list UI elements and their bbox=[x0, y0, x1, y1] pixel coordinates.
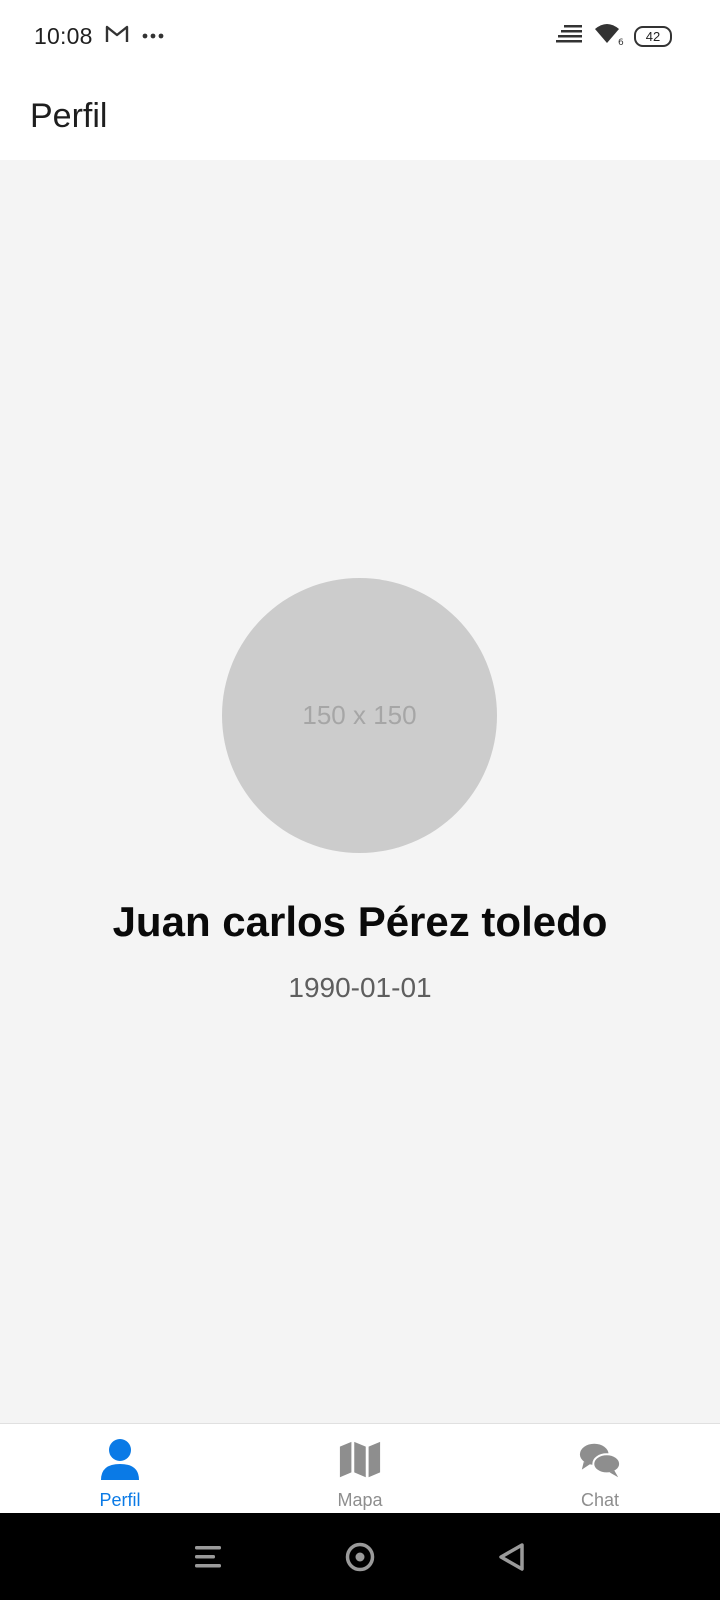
tab-mapa-label: Mapa bbox=[337, 1490, 383, 1510]
person-icon bbox=[98, 1438, 142, 1482]
tab-perfil-label: Perfil bbox=[99, 1490, 141, 1510]
screen: 10:08 6 42 Perfil 150 x 150 Juan carlos … bbox=[0, 0, 720, 1600]
map-icon bbox=[338, 1438, 382, 1482]
gmail-icon bbox=[105, 24, 129, 49]
avatar: 150 x 150 bbox=[222, 578, 497, 853]
menu-icon[interactable] bbox=[186, 1535, 230, 1579]
avatar-placeholder-text: 150 x 150 bbox=[302, 700, 417, 730]
status-left: 10:08 bbox=[34, 23, 165, 50]
wifi-icon: 6 bbox=[594, 22, 624, 51]
system-nav-bar bbox=[0, 1513, 720, 1600]
status-right: 6 42 bbox=[556, 22, 672, 51]
more-dots-icon bbox=[141, 27, 165, 45]
tab-chat[interactable]: Chat bbox=[480, 1424, 720, 1513]
page-title: Perfil bbox=[30, 96, 108, 135]
user-birthdate: 1990-01-01 bbox=[288, 972, 432, 1003]
bottom-tab-bar: Perfil Mapa Chat bbox=[0, 1423, 720, 1513]
profile-content: 150 x 150 Juan carlos Pérez toledo 1990-… bbox=[0, 160, 720, 1423]
user-name: Juan carlos Pérez toledo bbox=[112, 898, 608, 945]
status-bar: 10:08 6 42 bbox=[0, 0, 720, 72]
signal-icon bbox=[556, 23, 584, 50]
battery-icon: 42 bbox=[634, 25, 672, 47]
tab-chat-label: Chat bbox=[580, 1490, 620, 1510]
tab-mapa[interactable]: Mapa bbox=[240, 1424, 480, 1513]
tab-perfil[interactable]: Perfil bbox=[0, 1424, 240, 1513]
back-icon[interactable] bbox=[490, 1535, 534, 1579]
app-header: Perfil bbox=[0, 72, 720, 160]
svg-text:6: 6 bbox=[618, 38, 624, 46]
battery-level: 42 bbox=[645, 28, 661, 44]
chat-icon bbox=[578, 1438, 622, 1482]
status-time: 10:08 bbox=[34, 22, 93, 49]
home-icon[interactable] bbox=[338, 1535, 382, 1579]
